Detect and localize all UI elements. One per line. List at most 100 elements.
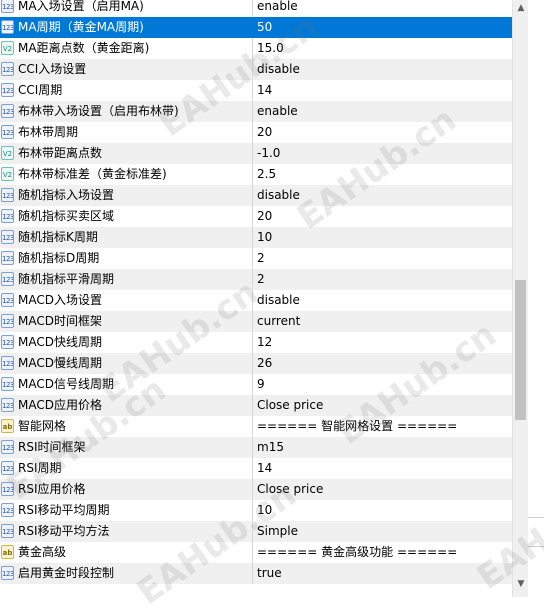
parameter-name-cell[interactable]: ab 黄金高级	[0, 542, 253, 563]
parameter-row[interactable]: ab 黄金高级 ====== 黄金高级功能 ======	[0, 542, 512, 563]
parameter-name-cell[interactable]: 123 MACD入场设置	[0, 290, 253, 311]
parameter-value-cell[interactable]: ====== 智能网格设置 ======	[253, 416, 512, 437]
parameter-value-cell[interactable]: Close price	[253, 479, 512, 500]
parameter-row[interactable]: 123 启用黄金时段控制 true	[0, 563, 512, 584]
parameter-value-cell[interactable]: enable	[253, 0, 512, 17]
parameter-value[interactable]: 15.0	[257, 38, 284, 59]
parameter-name-cell[interactable]: 123 随机指标D周期	[0, 248, 253, 269]
parameter-name-cell[interactable]: 123 MACD应用价格	[0, 395, 253, 416]
parameter-value-cell[interactable]: enable	[253, 101, 512, 122]
parameter-name-cell[interactable]: 123 随机指标平滑周期	[0, 269, 253, 290]
parameter-value-cell[interactable]: 10	[253, 227, 512, 248]
parameter-name-cell[interactable]: 123 MACD快线周期	[0, 332, 253, 353]
parameter-name-cell[interactable]: 123 MA入场设置（启用MA)	[0, 0, 253, 17]
vertical-scrollbar[interactable]: ▲ ▼	[512, 0, 528, 597]
parameter-value[interactable]: disable	[257, 59, 300, 80]
parameter-value-cell[interactable]: 2.5	[253, 164, 512, 185]
parameter-value[interactable]: 12	[257, 332, 272, 353]
parameter-value-cell[interactable]: 9	[253, 374, 512, 395]
parameter-name-cell[interactable]: 123 启用黄金时段控制	[0, 563, 253, 584]
parameter-value-cell[interactable]: 10	[253, 500, 512, 521]
parameter-name-cell[interactable]: V2 布林带标准差（黄金标准差)	[0, 164, 253, 185]
parameter-value[interactable]: true	[257, 563, 282, 584]
parameter-value-cell[interactable]: ====== 黄金高级功能 ======	[253, 542, 512, 563]
scroll-down-arrow-icon[interactable]: ▼	[513, 576, 529, 592]
parameter-name-cell[interactable]: 123 CCI周期	[0, 80, 253, 101]
parameter-name-cell[interactable]: 123 布林带入场设置（启用布林带)	[0, 101, 253, 122]
parameter-value-cell[interactable]: 20	[253, 206, 512, 227]
parameter-value[interactable]: 20	[257, 122, 272, 143]
parameter-name-cell[interactable]: 123 MACD信号线周期	[0, 374, 253, 395]
parameter-value[interactable]: 14	[257, 80, 272, 101]
parameter-value-cell[interactable]: 14	[253, 458, 512, 479]
parameter-value-cell[interactable]: 20	[253, 122, 512, 143]
parameter-name-cell[interactable]: ab 智能网格	[0, 416, 253, 437]
parameter-row[interactable]: 123 RSI移动平均周期 10	[0, 500, 512, 521]
parameter-row[interactable]: 123 MACD信号线周期 9	[0, 374, 512, 395]
parameter-value-cell[interactable]: 2	[253, 248, 512, 269]
parameter-value-cell[interactable]: Close price	[253, 395, 512, 416]
parameter-row[interactable]: 123 MACD入场设置 disable	[0, 290, 512, 311]
parameter-value[interactable]: ====== 黄金高级功能 ======	[257, 542, 457, 563]
parameter-value-cell[interactable]: 50	[253, 17, 512, 38]
parameter-name-cell[interactable]: 123 RSI移动平均方法	[0, 521, 253, 542]
parameter-value-cell[interactable]: Simple	[253, 521, 512, 542]
parameter-name-cell[interactable]: 123 MA周期（黄金MA周期)	[0, 17, 253, 38]
parameter-name-cell[interactable]: 123 RSI时间框架	[0, 437, 253, 458]
parameter-row[interactable]: 123 随机指标平滑周期 2	[0, 269, 512, 290]
parameter-row[interactable]: 123 RSI应用价格 Close price	[0, 479, 512, 500]
parameter-row[interactable]: V2 MA距离点数（黄金距离) 15.0	[0, 38, 512, 59]
parameter-row[interactable]: 123 MA周期（黄金MA周期) 50	[0, 17, 512, 38]
parameter-value[interactable]: 2	[257, 269, 265, 290]
parameter-name-cell[interactable]: V2 布林带距离点数	[0, 143, 253, 164]
scrollbar-thumb[interactable]	[515, 280, 526, 420]
parameter-value[interactable]: Close price	[257, 479, 323, 500]
parameter-name-cell[interactable]: 123 随机指标买卖区域	[0, 206, 253, 227]
parameter-name-cell[interactable]: 123 MACD时间框架	[0, 311, 253, 332]
parameter-value-cell[interactable]: disable	[253, 185, 512, 206]
parameter-row[interactable]: ab 智能网格 ====== 智能网格设置 ======	[0, 416, 512, 437]
parameter-row[interactable]: 123 随机指标入场设置 disable	[0, 185, 512, 206]
parameter-row[interactable]: 123 随机指标D周期 2	[0, 248, 512, 269]
parameter-value-cell[interactable]: 26	[253, 353, 512, 374]
parameter-name-cell[interactable]: 123 RSI周期	[0, 458, 253, 479]
parameter-value[interactable]: disable	[257, 290, 300, 311]
parameter-value-cell[interactable]: m15	[253, 437, 512, 458]
parameter-row[interactable]: 123 RSI时间框架 m15	[0, 437, 512, 458]
parameter-row[interactable]: 123 随机指标买卖区域 20	[0, 206, 512, 227]
parameter-value[interactable]: 10	[257, 500, 272, 521]
parameter-row[interactable]: 123 RSI移动平均方法 Simple	[0, 521, 512, 542]
parameter-value[interactable]: 10	[257, 227, 272, 248]
parameter-value[interactable]: disable	[257, 185, 300, 206]
parameter-row[interactable]: 123 MA入场设置（启用MA) enable	[0, 0, 512, 17]
parameter-name-cell[interactable]: 123 MACD慢线周期	[0, 353, 253, 374]
parameter-value-cell[interactable]: disable	[253, 59, 512, 80]
parameter-name-cell[interactable]: 123 CCI入场设置	[0, 59, 253, 80]
parameter-row[interactable]: V2 布林带标准差（黄金标准差) 2.5	[0, 164, 512, 185]
parameter-name-cell[interactable]: 123 随机指标入场设置	[0, 185, 253, 206]
parameter-value[interactable]: m15	[257, 437, 284, 458]
parameter-row[interactable]: 123 CCI周期 14	[0, 80, 512, 101]
parameter-row[interactable]: 123 随机指标K周期 10	[0, 227, 512, 248]
parameter-name-cell[interactable]: 123 随机指标K周期	[0, 227, 253, 248]
parameter-value[interactable]: 2	[257, 248, 265, 269]
parameter-value[interactable]: 20	[257, 206, 272, 227]
parameter-name-cell[interactable]: V2 MA距离点数（黄金距离)	[0, 38, 253, 59]
parameter-value-cell[interactable]: true	[253, 563, 512, 584]
parameter-value-cell[interactable]: 14	[253, 80, 512, 101]
parameter-value[interactable]: Close price	[257, 395, 323, 416]
parameter-value[interactable]: -1.0	[257, 143, 280, 164]
parameter-row[interactable]: 123 布林带入场设置（启用布林带) enable	[0, 101, 512, 122]
parameter-row[interactable]: 123 RSI周期 14	[0, 458, 512, 479]
parameter-value-cell[interactable]: current	[253, 311, 512, 332]
parameter-row[interactable]: 123 MACD快线周期 12	[0, 332, 512, 353]
parameter-value[interactable]: 14	[257, 458, 272, 479]
parameter-value[interactable]: 9	[257, 374, 265, 395]
parameter-name-cell[interactable]: 123 RSI应用价格	[0, 479, 253, 500]
parameter-value[interactable]: 26	[257, 353, 272, 374]
parameter-name-cell[interactable]: 123 布林带周期	[0, 122, 253, 143]
scroll-up-arrow-icon[interactable]: ▲	[513, 0, 529, 16]
parameter-value[interactable]: Simple	[257, 521, 298, 542]
parameter-row[interactable]: 123 布林带周期 20	[0, 122, 512, 143]
parameter-row[interactable]: 123 MACD慢线周期 26	[0, 353, 512, 374]
